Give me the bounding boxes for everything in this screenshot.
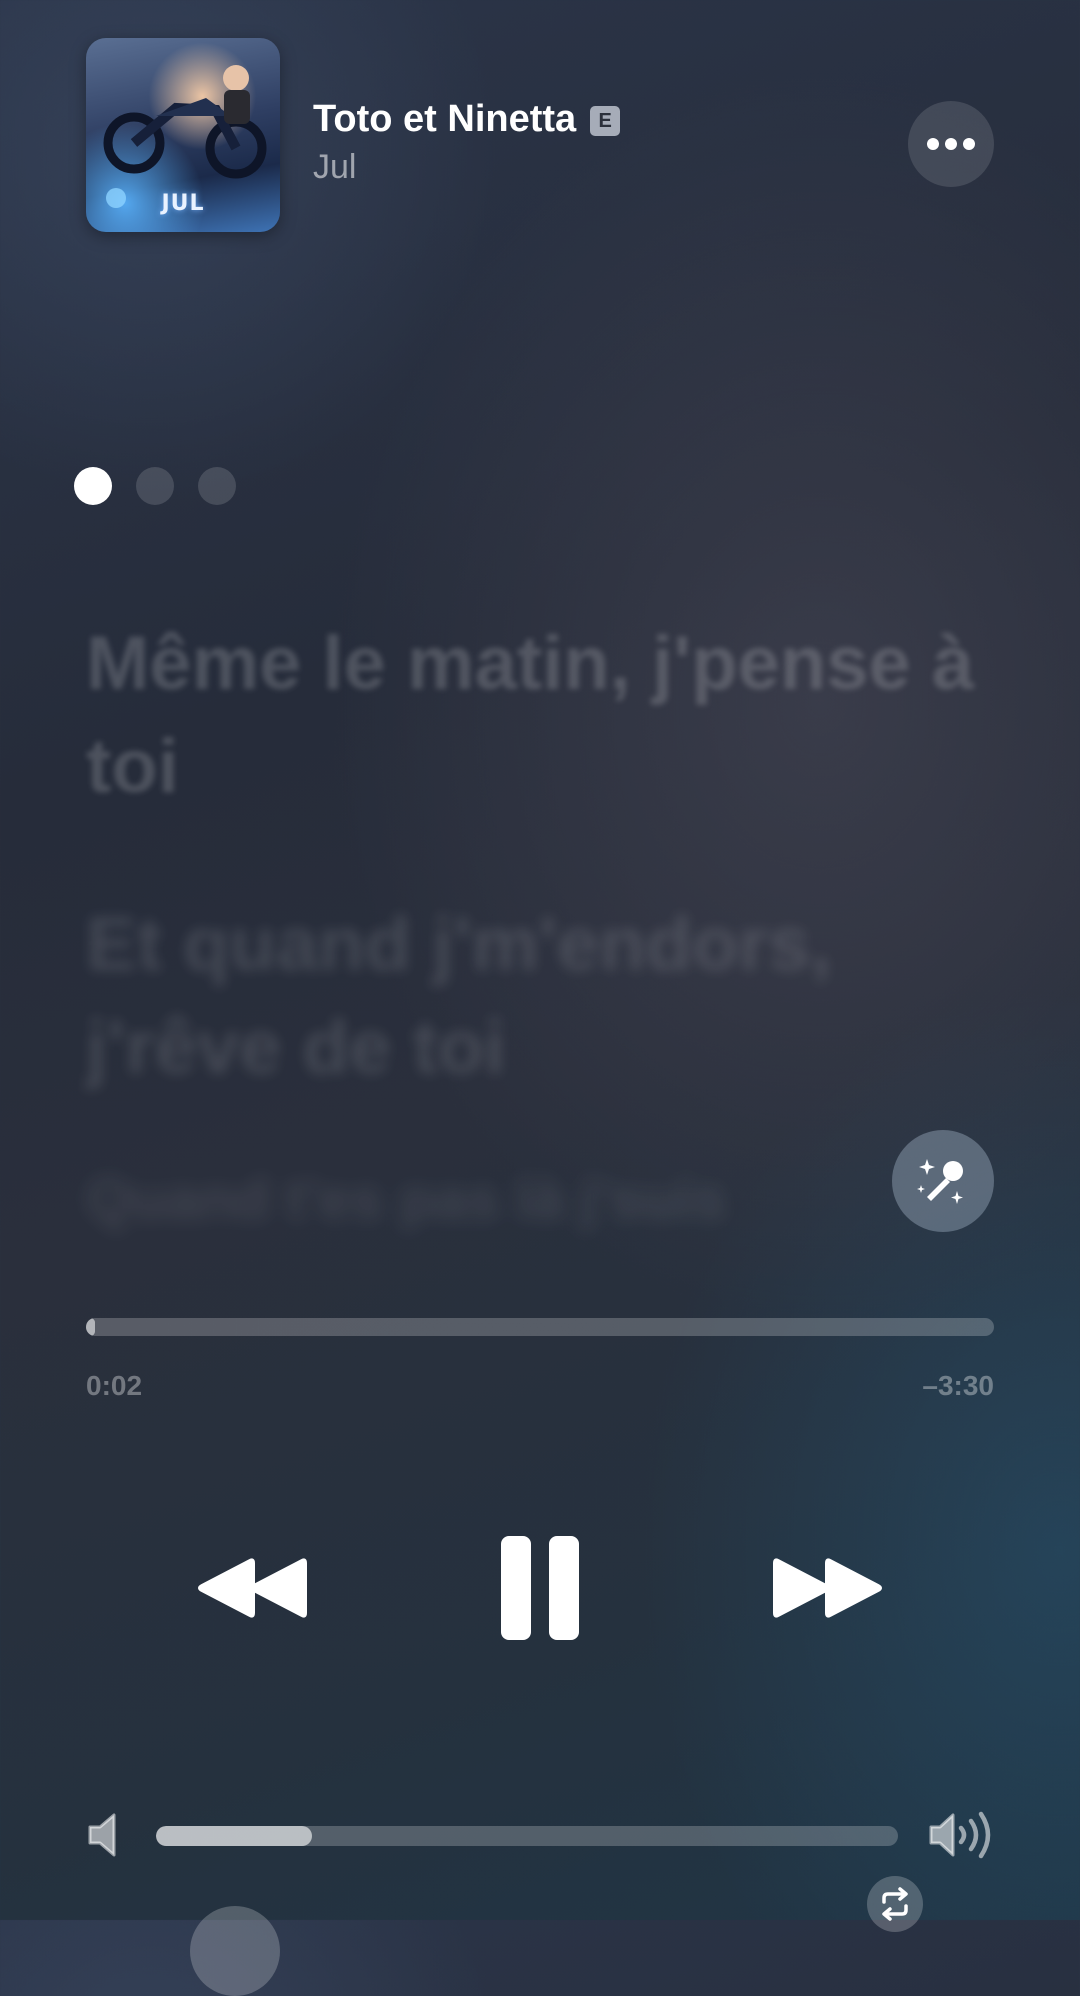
pause-icon <box>501 1536 579 1640</box>
forward-button[interactable] <box>764 1540 890 1636</box>
volume-max-button[interactable] <box>928 1810 998 1860</box>
lyric-line[interactable]: Même le matin, j'pense à toi <box>86 612 986 818</box>
page-dot-lyrics[interactable] <box>74 467 112 505</box>
page-dot-3[interactable] <box>198 467 236 505</box>
speaker-high-icon <box>929 1811 991 1859</box>
page-dot-2[interactable] <box>136 467 174 505</box>
lyric-line[interactable]: Quand t'es pas là j'suis <box>86 1165 986 1235</box>
remaining-time: –3:30 <box>922 1370 994 1401</box>
elapsed-time: 0:02 <box>86 1370 143 1401</box>
more-options-button[interactable] <box>908 101 994 187</box>
microphone-sparkles-icon <box>917 1159 963 1204</box>
sing-mode-button[interactable] <box>892 1130 994 1232</box>
volume-level-fill <box>156 1826 312 1846</box>
artwork-label: JUL <box>161 191 205 216</box>
playback-progress-fill <box>86 1318 96 1336</box>
lyric-line[interactable]: Et quand j'm'endors, j'rêve de toi <box>86 893 986 1099</box>
backward-icon <box>198 1558 307 1618</box>
volume-slider[interactable] <box>156 1826 898 1846</box>
repeat-button[interactable] <box>867 1876 923 1932</box>
volume-min-button[interactable] <box>86 1812 126 1858</box>
song-title-row[interactable]: Toto et Ninetta E <box>313 98 621 141</box>
playback-scrubber[interactable] <box>86 1318 994 1336</box>
explicit-badge: E <box>590 106 621 136</box>
song-title: Toto et Ninetta <box>313 98 577 140</box>
repeat-icon <box>882 1887 908 1921</box>
artist-name[interactable]: Jul <box>313 148 356 187</box>
rewind-button[interactable] <box>190 1540 316 1636</box>
album-artwork[interactable]: JUL <box>86 38 280 232</box>
pause-button[interactable] <box>488 1530 592 1646</box>
speaker-low-icon <box>88 1813 116 1857</box>
ellipsis-icon <box>927 138 975 150</box>
forward-icon <box>773 1558 882 1618</box>
